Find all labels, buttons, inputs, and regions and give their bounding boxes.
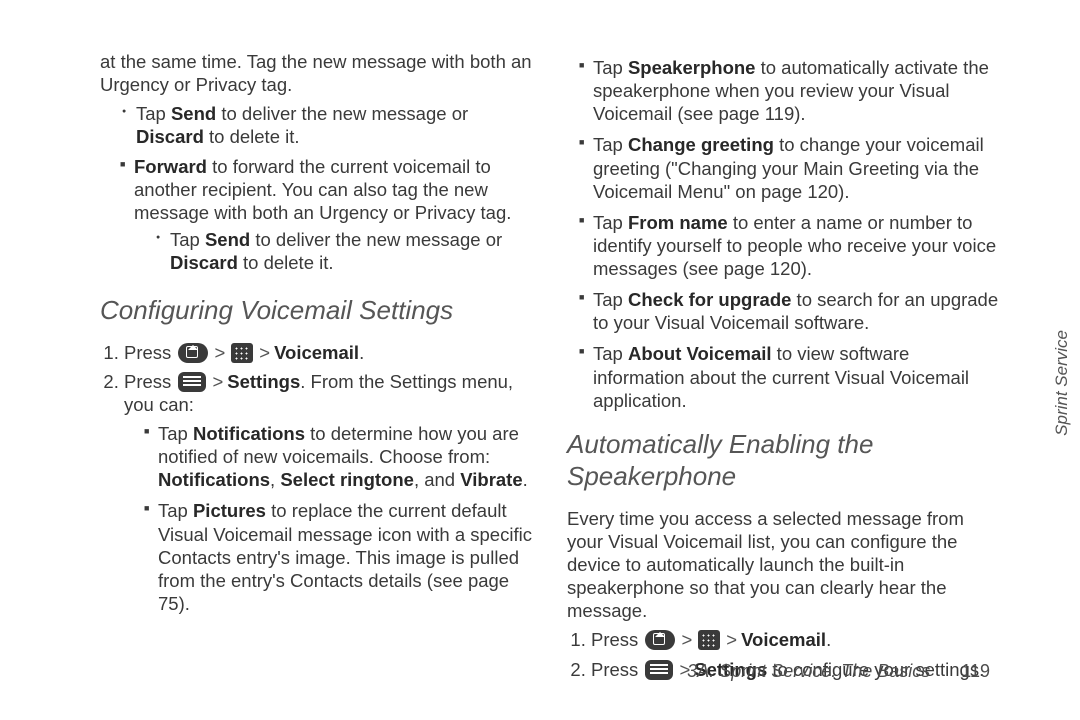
send-bullet-2: Tap Send to deliver the new message or D…	[156, 228, 533, 274]
opt-check-upgrade: Tap Check for upgrade to search for an u…	[579, 288, 1000, 334]
bold: Send	[205, 229, 250, 250]
opt-pictures: Tap Pictures to replace the current defa…	[144, 499, 533, 615]
text: .	[826, 629, 831, 650]
text: Tap	[593, 134, 628, 155]
heading-configuring: Configuring Voicemail Settings	[100, 294, 533, 327]
apps-grid-icon	[231, 343, 253, 363]
step-1: Press >>Voicemail.	[591, 628, 1000, 651]
text: to deliver the new message or	[216, 103, 468, 124]
text: to delete it.	[238, 252, 334, 273]
step-2: Press >Settings. From the Settings menu,…	[124, 370, 533, 615]
intro-text: at the same time. Tag the new message wi…	[100, 50, 533, 96]
text: to delete it.	[204, 126, 300, 147]
bold: Vibrate	[460, 469, 522, 490]
page-number: 119	[961, 661, 990, 681]
step-1: Press >>Voicemail.	[124, 341, 533, 364]
bold: Discard	[136, 126, 204, 147]
bold: Change greeting	[628, 134, 774, 155]
send-bullet-group: Tap Send to deliver the new message or D…	[100, 102, 533, 148]
column-right: Tap Speakerphone to automatically activa…	[567, 50, 1000, 687]
chevron-icon: >	[259, 341, 270, 364]
bold: Speakerphone	[628, 57, 756, 78]
two-columns: at the same time. Tag the new message wi…	[100, 50, 1000, 687]
text: Press	[591, 659, 643, 680]
menu-icon	[645, 660, 673, 680]
steps-left: Press >>Voicemail. Press >Settings. From…	[100, 341, 533, 615]
bold: Send	[171, 103, 216, 124]
bold: Discard	[170, 252, 238, 273]
bold: Notifications	[158, 469, 270, 490]
forward-sub: Tap Send to deliver the new message or D…	[134, 228, 533, 274]
text: Tap	[136, 103, 171, 124]
text: Press	[124, 371, 176, 392]
chevron-icon: >	[212, 370, 223, 393]
text: .	[359, 342, 364, 363]
speakerphone-intro: Every time you access a selected message…	[567, 507, 1000, 623]
opt-from-name: Tap From name to enter a name or number …	[579, 211, 1000, 280]
text: Tap	[593, 289, 628, 310]
forward-item: Forward to forward the current voicemail…	[120, 155, 533, 275]
step2-options: Tap Notifications to determine how you a…	[124, 422, 533, 615]
text: Press	[124, 342, 176, 363]
manual-page: at the same time. Tag the new message wi…	[0, 0, 1080, 720]
bold: From name	[628, 212, 728, 233]
bold: Forward	[134, 156, 207, 177]
chevron-icon: >	[214, 341, 225, 364]
text: ,	[270, 469, 280, 490]
apps-grid-icon	[698, 630, 720, 650]
side-tab-label: Sprint Service	[1052, 330, 1072, 436]
right-bullets: Tap Speakerphone to automatically activa…	[567, 56, 1000, 412]
bold: Settings	[227, 371, 300, 392]
heading-speakerphone: Automatically Enabling the Speakerphone	[567, 428, 1000, 493]
opt-speakerphone: Tap Speakerphone to automatically activa…	[579, 56, 1000, 125]
menu-icon	[178, 372, 206, 392]
bold: Voicemail	[274, 342, 359, 363]
bold: Voicemail	[741, 629, 826, 650]
bold: About Voicemail	[628, 343, 772, 364]
bold: Check for upgrade	[628, 289, 791, 310]
opt-change-greeting: Tap Change greeting to change your voice…	[579, 133, 1000, 202]
bold: Notifications	[193, 423, 305, 444]
send-bullet: Tap Send to deliver the new message or D…	[122, 102, 533, 148]
home-icon	[178, 343, 208, 363]
chevron-icon: >	[681, 628, 692, 651]
bold: Pictures	[193, 500, 266, 521]
text: to deliver the new message or	[250, 229, 502, 250]
chevron-icon: >	[726, 628, 737, 651]
home-icon	[645, 630, 675, 650]
text: Tap	[158, 500, 193, 521]
text: Tap	[593, 212, 628, 233]
text: Tap	[593, 57, 628, 78]
text: Tap	[170, 229, 205, 250]
text: Tap	[593, 343, 628, 364]
text: , and	[414, 469, 460, 490]
text: .	[523, 469, 528, 490]
text: Tap	[158, 423, 193, 444]
opt-notifications: Tap Notifications to determine how you a…	[144, 422, 533, 491]
page-footer: 3A. Sprint Service: The Basics 119	[687, 661, 990, 682]
bold: Select ringtone	[280, 469, 414, 490]
text: Press	[591, 629, 643, 650]
forward-group: Forward to forward the current voicemail…	[100, 155, 533, 275]
footer-section: 3A. Sprint Service: The Basics	[687, 661, 930, 681]
opt-about-voicemail: Tap About Voicemail to view software inf…	[579, 342, 1000, 411]
column-left: at the same time. Tag the new message wi…	[100, 50, 533, 687]
